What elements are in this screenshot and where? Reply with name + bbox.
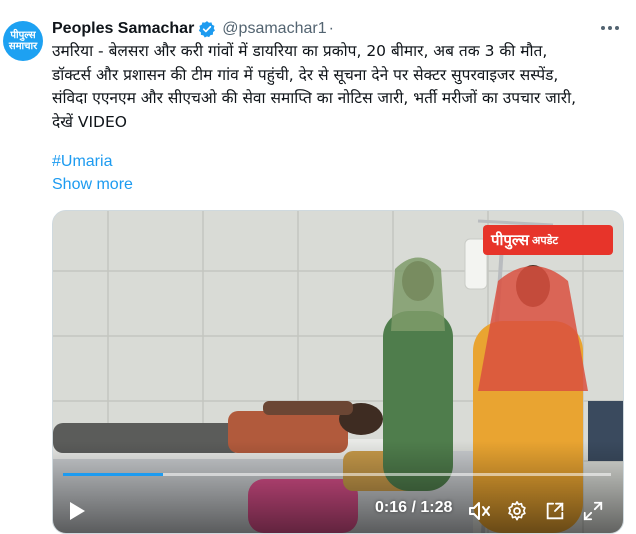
gear-icon[interactable] — [504, 498, 530, 524]
display-name[interactable]: Peoples Samachar — [52, 20, 194, 38]
avatar[interactable]: पीपुल्स समाचार — [3, 21, 43, 61]
picture-in-picture-icon[interactable] — [542, 498, 568, 524]
avatar-text-line2: समाचार — [8, 41, 38, 52]
tweet[interactable]: पीपुल्स समाचार Peoples Samachar @psamach… — [0, 0, 636, 534]
show-more-link[interactable]: Show more — [52, 176, 133, 194]
separator: · — [328, 20, 334, 37]
video-progress-fill — [63, 473, 163, 476]
tweet-text: उमरिया - बेलसरा और करी गांवों में डायरिय… — [52, 42, 577, 131]
play-icon[interactable] — [63, 499, 91, 523]
fullscreen-icon[interactable] — [580, 498, 606, 524]
video-time: 0:16 / 1:28 — [375, 499, 453, 516]
tweet-header: Peoples Samachar @psamachar1 · — [52, 18, 334, 40]
hashtag-link[interactable]: #Umaria — [52, 153, 112, 171]
badge-sub-text: अपडेट — [532, 233, 559, 247]
video-frame — [53, 211, 623, 533]
more-options-icon[interactable] — [598, 18, 622, 38]
muted-speaker-icon[interactable] — [467, 498, 493, 524]
video-player[interactable]: पीपुल्स अपडेट 0:16 / 1:28 — [52, 210, 624, 534]
badge-main-text: पीपुल्स — [491, 231, 530, 249]
video-progress-bar[interactable] — [63, 473, 611, 476]
avatar-text-line1: पीपुल्स — [10, 30, 36, 41]
channel-badge: पीपुल्स अपडेट — [483, 225, 613, 255]
handle[interactable]: @psamachar1 — [222, 20, 326, 38]
video-controls: 0:16 / 1:28 — [53, 489, 623, 533]
verified-badge-icon[interactable] — [198, 20, 216, 38]
